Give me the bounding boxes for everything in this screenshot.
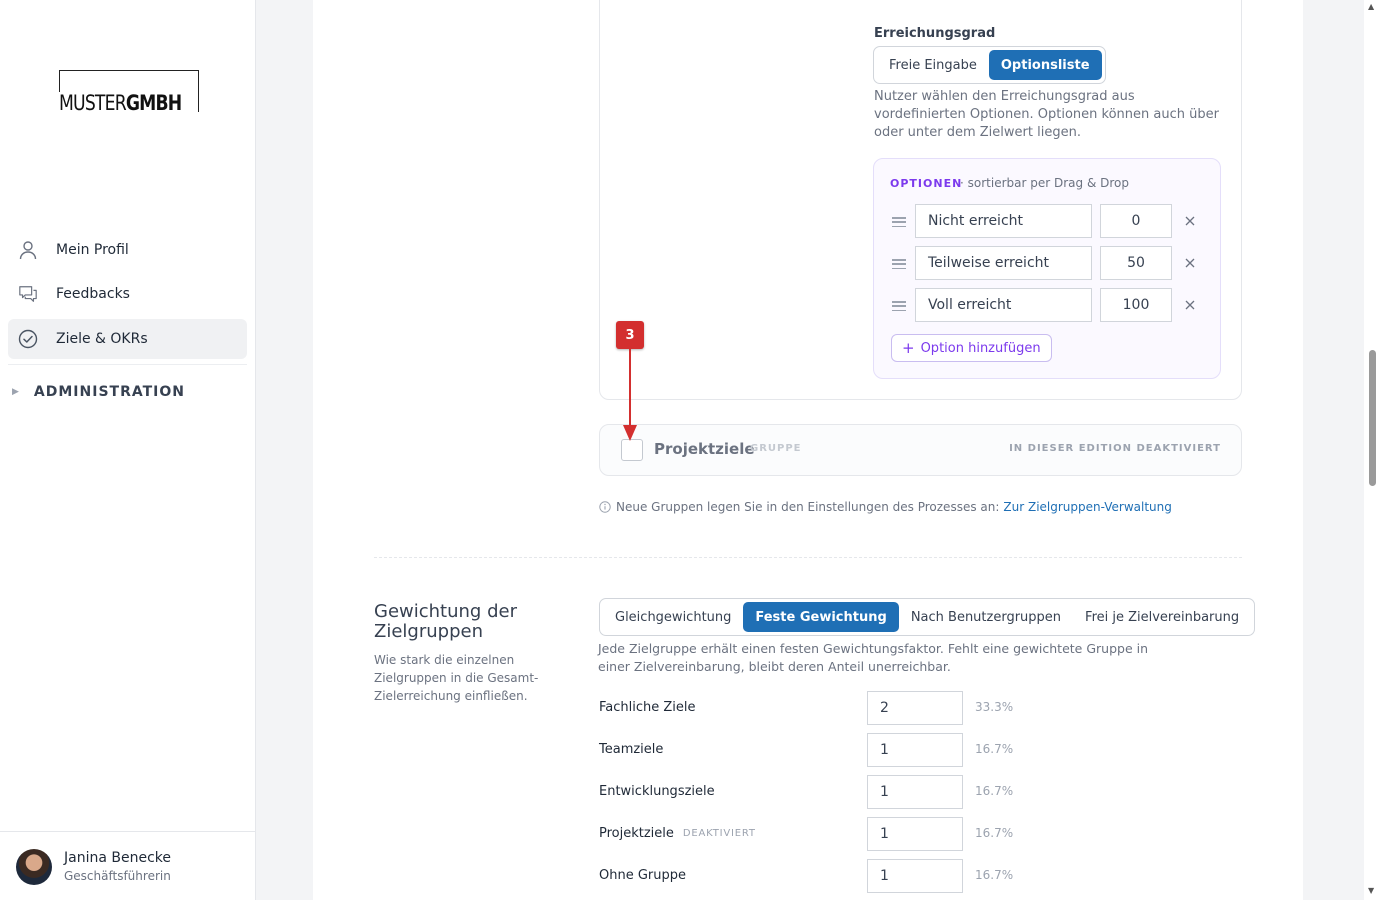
add-option-button[interactable]: + Option hinzufügen [891,334,1052,362]
mode-by-user-groups-button[interactable]: Nach Benutzergruppen [899,602,1073,632]
weight-row-label: Ohne Gruppe [599,868,687,883]
weighting-mode-toggle: Gleichgewichtung Feste Gewichtung Nach B… [599,598,1256,636]
option-label-input[interactable]: Teilweise erreicht [915,246,1092,280]
step-marker-badge: 3 [616,321,644,349]
user-name: Janina Benecke [64,850,171,866]
option-value-input[interactable]: 100 [1100,288,1172,322]
sidebar: MUSTERGMBH Mein Profil Feedbacks Ziele &… [0,0,256,900]
scrollbar-thumb[interactable] [1369,350,1376,486]
weight-input[interactable]: 1 [867,775,963,809]
remove-option-icon[interactable] [1182,255,1198,271]
option-value-input[interactable]: 50 [1100,246,1172,280]
section-divider [374,557,1242,558]
weight-percent: 16.7% [975,784,1014,798]
mode-option-list-button[interactable]: Optionsliste [988,50,1102,80]
sidebar-item-label: Ziele & OKRs [56,331,148,347]
weight-row-label: Projektziele DEAKTIVIERT [599,826,756,841]
info-text: Neue Gruppen legen Sie in den Einstellun… [616,500,1000,514]
disabled-tag: DEAKTIVIERT [682,828,756,839]
info-line: Neue Gruppen legen Sie in den Einstellun… [599,500,1172,514]
group-row-projektziele: Projektziele GRUPPE IN DIESER EDITION DE… [599,424,1242,476]
scroll-up-icon[interactable]: ▲ [1368,2,1374,11]
sidebar-item-mein-profil[interactable]: Mein Profil [8,230,247,270]
nav-divider [8,364,247,365]
logo-text: MUSTERGMBH [59,92,185,114]
avatar [16,849,52,885]
option-label-input[interactable]: Nicht erreicht [915,204,1092,238]
options-subtitle: · sortierbar per Drag & Drop [960,176,1129,190]
weight-input[interactable]: 1 [867,733,963,767]
sidebar-item-label: Feedbacks [56,286,130,302]
sidebar-section-administration[interactable]: ▶ ADMINISTRATION [12,384,185,400]
weight-row-label: Entwicklungsziele [599,784,715,799]
achievement-label: Erreichungsgrad [874,26,996,41]
weight-row-label: Teamziele [599,742,664,757]
options-panel: OPTIONEN · sortierbar per Drag & Drop Ni… [873,158,1221,379]
weight-input[interactable]: 2 [867,691,963,725]
user-icon [18,240,38,260]
achievement-hint: Nutzer wählen den Erreichungsgrad aus vo… [874,89,1219,140]
option-label-input[interactable]: Voll erreicht [915,288,1092,322]
group-title: Projektziele [654,440,755,458]
drag-handle-icon[interactable] [892,259,906,269]
drag-handle-icon[interactable] [892,217,906,227]
options-title: OPTIONEN [890,177,963,190]
weight-percent: 33.3% [975,700,1014,714]
remove-option-icon[interactable] [1182,213,1198,229]
mode-fixed-weighting-button[interactable]: Feste Gewichtung [743,602,899,632]
weight-percent: 16.7% [975,868,1014,882]
group-state: IN DIESER EDITION DEAKTIVIERT [1009,443,1221,454]
group-admin-link[interactable]: Zur Zielgruppen-Verwaltung [1003,500,1171,514]
plus-icon: + [902,339,915,357]
info-icon [599,501,611,513]
remove-option-icon[interactable] [1182,297,1198,313]
group-badge: GRUPPE [750,443,802,454]
achievement-mode-toggle: Freie Eingabe Optionsliste [873,46,1106,84]
weighting-section-description: Wie stark die einzelnen Zielgruppen in d… [374,653,539,703]
check-circle-icon [18,329,38,349]
weight-input[interactable]: 1 [867,817,963,851]
sidebar-item-ziele-okrs[interactable]: Ziele & OKRs [8,319,247,359]
weight-input[interactable]: 1 [867,859,963,893]
sidebar-item-label: Mein Profil [56,242,129,258]
section-label: ADMINISTRATION [33,384,185,400]
chat-bubbles-icon [18,284,38,304]
mode-equal-weighting-button[interactable]: Gleichgewichtung [603,602,743,632]
arrow-down-icon [623,349,637,441]
weighting-section-title: Gewichtung der Zielgruppen [374,601,517,642]
weight-percent: 16.7% [975,742,1014,756]
company-logo[interactable]: MUSTERGMBH [59,70,199,114]
mode-free-input-button[interactable]: Freie Eingabe [877,50,989,80]
weighting-hint: Jede Zielgruppe erhält einen festen Gewi… [598,641,1149,674]
weight-percent: 16.7% [975,826,1014,840]
user-profile[interactable]: Janina Benecke Geschäftsführerin [0,831,255,900]
mode-free-per-agreement-button[interactable]: Frei je Zielvereinbarung [1073,602,1251,632]
scrollbar[interactable]: ▲ ▼ [1364,0,1380,900]
sidebar-item-feedbacks[interactable]: Feedbacks [8,274,247,314]
triangle-right-icon: ▶ [12,387,20,397]
option-value-input[interactable]: 0 [1100,204,1172,238]
drag-handle-icon[interactable] [892,301,906,311]
add-option-label: Option hinzufügen [920,340,1041,356]
user-role: Geschäftsführerin [64,869,171,883]
scroll-down-icon[interactable]: ▼ [1368,886,1374,895]
weight-row-label: Fachliche Ziele [599,700,696,715]
